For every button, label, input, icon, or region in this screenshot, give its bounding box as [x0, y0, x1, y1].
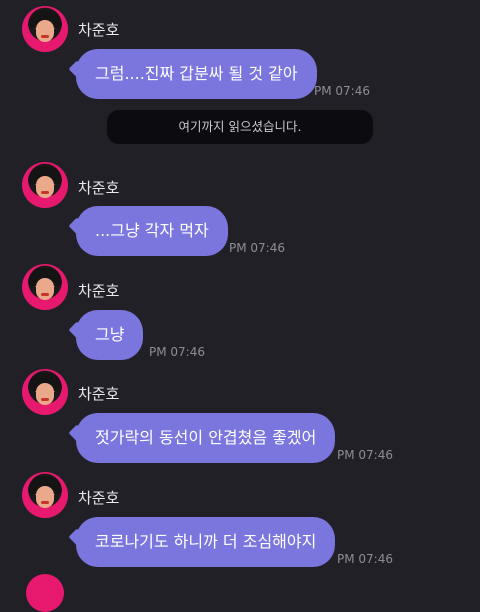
message-time: PM 07:46 — [149, 345, 205, 359]
message-time: PM 07:46 — [337, 448, 393, 462]
avatar-lips — [41, 191, 49, 194]
avatar-lips — [41, 501, 49, 504]
avatar-face — [36, 20, 54, 42]
avatar-lips — [41, 398, 49, 401]
sender-avatar[interactable] — [22, 162, 68, 208]
message-bubble[interactable]: 그냥 — [76, 310, 144, 360]
avatar-lips — [41, 35, 49, 38]
sender-avatar[interactable] — [22, 6, 68, 52]
avatar-face — [36, 278, 54, 300]
sender-avatar[interactable] — [22, 264, 68, 310]
sender-name: 차준호 — [78, 385, 120, 403]
message-time: PM 07:46 — [314, 84, 370, 98]
avatar-face — [36, 176, 54, 198]
message-bubble[interactable]: ...그냥 각자 먹자 — [76, 206, 228, 256]
message-bubble[interactable]: 코로나기도 하니까 더 조심해야지 — [76, 517, 336, 567]
message-time: PM 07:46 — [337, 552, 393, 566]
sender-name: 차준호 — [78, 282, 120, 300]
avatar-face — [36, 383, 54, 405]
message-bubble[interactable]: 그럼....진짜 갑분싸 될 것 같아 — [76, 49, 317, 99]
message-time: PM 07:46 — [229, 241, 285, 255]
read-notice-banner: 여기까지 읽으셨습니다. — [107, 110, 373, 144]
sender-name: 차준호 — [78, 21, 120, 39]
sender-name: 차준호 — [78, 179, 120, 197]
avatar-lips — [41, 293, 49, 296]
sender-avatar[interactable] — [22, 369, 68, 415]
avatar-face — [36, 486, 54, 508]
sender-avatar[interactable] — [22, 472, 68, 518]
message-bubble[interactable]: 젓가락의 동선이 안겹쳤음 좋겠어 — [76, 413, 336, 463]
sender-name: 차준호 — [78, 489, 120, 507]
